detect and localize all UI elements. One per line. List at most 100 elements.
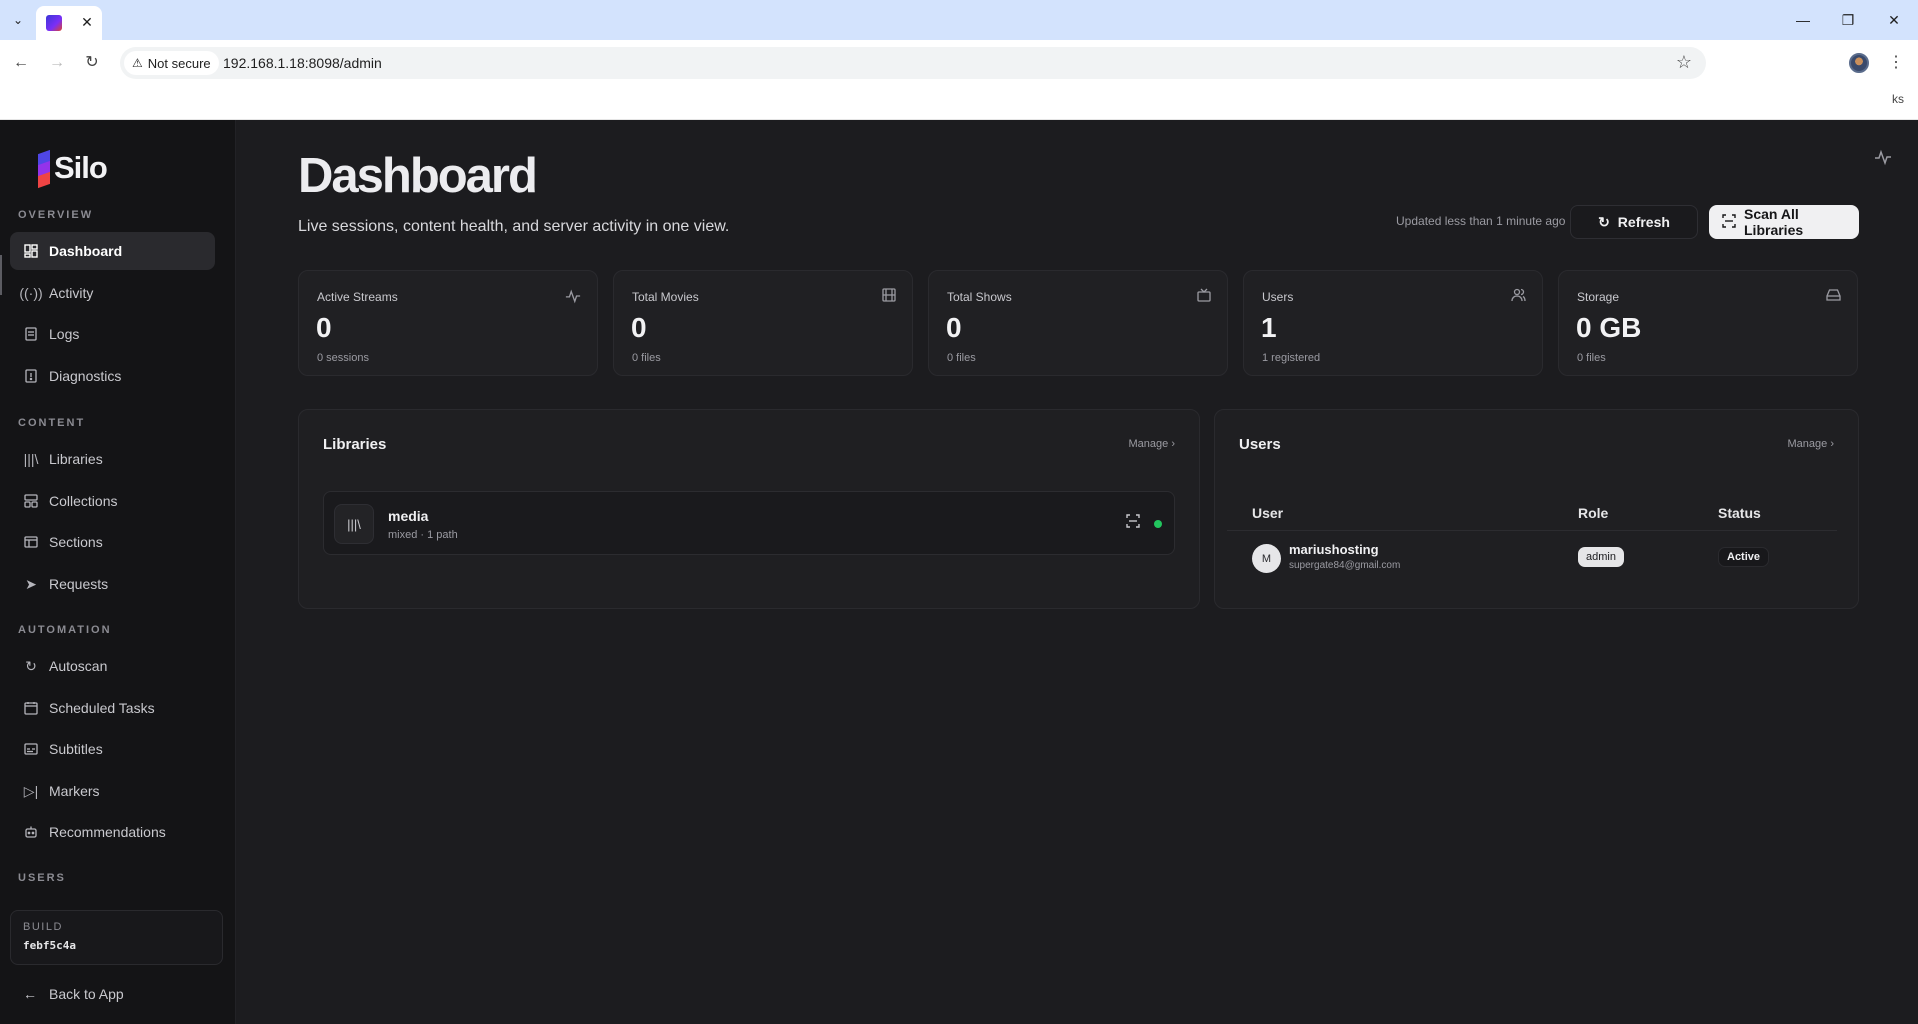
user-email: supergate84@gmail.com [1289,560,1401,571]
reload-icon[interactable]: ↻ [81,52,103,74]
sidebar-item-label: Libraries [49,451,103,467]
activity-pulse-icon[interactable] [1874,148,1892,171]
stat-card-storage: Storage 0 GB 0 files [1558,270,1858,376]
security-chip[interactable]: ⚠ Not secure [124,51,219,75]
sidebar-item-activity[interactable]: ((·)) Activity [10,274,215,312]
collections-icon [23,493,39,509]
restore-icon[interactable]: ❐ [1838,10,1858,30]
extension-text: ks [1892,92,1904,106]
build-info-card: BUILD febf5c4a [10,910,223,965]
sidebar-item-label: Diagnostics [49,368,122,384]
sidebar-item-label: Dashboard [49,243,123,259]
stat-value: 0 GB [1576,312,1642,343]
section-label-overview: OVERVIEW [18,209,94,221]
sidebar-item-label: Recommendations [49,824,166,840]
send-icon: ➤ [25,575,37,592]
stat-label: Total Movies [632,290,699,304]
warning-icon: ⚠ [132,56,143,70]
stat-card-users: Users 1 1 registered [1243,270,1543,376]
brand-logo[interactable]: Silo [38,149,108,189]
manage-users-link[interactable]: Manage › [1788,438,1834,450]
manage-libraries-link[interactable]: Manage › [1129,438,1175,450]
address-bar[interactable]: ⚠ Not secure 192.168.1.18:8098/admin ☆ [120,47,1706,79]
film-icon [882,288,896,305]
logs-icon [23,326,39,342]
active-marker [0,255,2,295]
sidebar-item-label: Requests [49,576,109,592]
sidebar-item-label: Sections [49,534,103,550]
sidebar-item-sections[interactable]: Sections [10,523,215,561]
scan-library-icon[interactable] [1126,514,1140,531]
sidebar-item-requests[interactable]: ➤ Requests [10,565,215,603]
stat-card-total-shows: Total Shows 0 0 files [928,270,1228,376]
sections-icon [23,534,39,550]
sidebar-item-label: Scheduled Tasks [49,700,155,716]
stat-sub: 0 files [632,352,661,364]
refresh-button[interactable]: ↻ Refresh [1570,205,1698,239]
column-header-user[interactable]: User [1252,505,1283,521]
browser-toolbar: ← → ↻ ⚠ Not secure 192.168.1.18:8098/adm… [0,40,1918,86]
column-header-status[interactable]: Status [1718,505,1761,521]
subtitles-icon [23,741,39,757]
profile-avatar[interactable] [1849,53,1869,73]
sidebar-item-dashboard[interactable]: Dashboard [10,232,215,270]
libraries-panel-title: Libraries [323,436,387,453]
url-text[interactable]: 192.168.1.18:8098/admin [223,55,382,71]
sidebar-item-diagnostics[interactable]: Diagnostics [10,357,215,395]
build-label: BUILD [23,921,63,933]
sidebar-item-label: Logs [49,326,80,342]
libraries-panel: Libraries Manage › |||\ media mixed · 1 … [298,409,1200,609]
bookmark-star-icon[interactable]: ☆ [1676,52,1692,73]
stat-label: Users [1262,290,1294,304]
main-content: Dashboard Live sessions, content health,… [236,120,1918,1024]
forward-arrow-icon[interactable]: → [46,52,68,74]
users-icon [1511,288,1526,305]
extension-bar: ks [0,86,1918,120]
browser-menu-icon[interactable]: ⋮ [1888,52,1904,74]
avatar: M [1252,544,1281,573]
refresh-icon: ↻ [1598,213,1610,230]
stat-value: 0 [316,312,332,343]
brand-name: Silo [54,150,108,185]
close-tab-icon[interactable]: ✕ [78,13,96,31]
library-meta: mixed · 1 path [388,529,458,541]
library-icon: |||\ [23,451,39,467]
sidebar-item-collections[interactable]: Collections [10,482,215,520]
sidebar-item-scheduled-tasks[interactable]: Scheduled Tasks [10,689,215,727]
sidebar-item-autoscan[interactable]: ↻ Autoscan [10,647,215,685]
updated-timestamp: Updated less than 1 minute ago [1396,214,1566,228]
stat-value: 0 [946,312,962,343]
sidebar-item-recommendations[interactable]: Recommendations [10,813,215,851]
section-label-automation: AUTOMATION [18,624,112,636]
library-row[interactable]: |||\ media mixed · 1 path [323,491,1175,555]
scan-icon [1722,213,1736,231]
stat-value: 1 [1261,312,1277,343]
scan-all-libraries-button[interactable]: Scan All Libraries [1709,205,1859,239]
sidebar-item-markers[interactable]: ▷| Markers [10,772,215,810]
browser-tab[interactable]: ✕ [36,6,102,40]
sidebar-item-label: Activity [49,285,94,301]
close-window-icon[interactable]: ✕ [1884,10,1904,30]
role-badge: admin [1578,547,1624,567]
sidebar-item-libraries[interactable]: |||\ Libraries [10,440,215,478]
stat-sub: 0 files [947,352,976,364]
diagnostics-icon [23,368,39,384]
sidebar-item-subtitles[interactable]: Subtitles [10,730,215,768]
markers-icon: ▷| [23,782,39,799]
security-label: Not secure [147,55,211,71]
stat-label: Total Shows [947,290,1012,304]
minimize-icon[interactable]: — [1793,10,1813,30]
sidebar-item-logs[interactable]: Logs [10,315,215,353]
section-label-users: USERS [18,872,66,884]
tab-search-chevron-icon[interactable]: ⌄ [8,10,28,30]
library-name: media [388,508,429,524]
back-to-app-link[interactable]: ← Back to App [23,986,124,1002]
sidebar: Silo OVERVIEW Dashboard ((·)) Activity L… [0,120,236,1024]
table-row[interactable]: M mariushosting supergate84@gmail.com ad… [1227,531,1837,581]
scan-label: Scan All Libraries [1744,206,1804,238]
back-arrow-icon[interactable]: ← [10,52,32,74]
sidebar-item-label: Collections [49,493,118,509]
users-panel: Users Manage › User Role Status M marius… [1214,409,1859,609]
column-header-role[interactable]: Role [1578,505,1608,521]
pulse-icon [565,288,581,307]
